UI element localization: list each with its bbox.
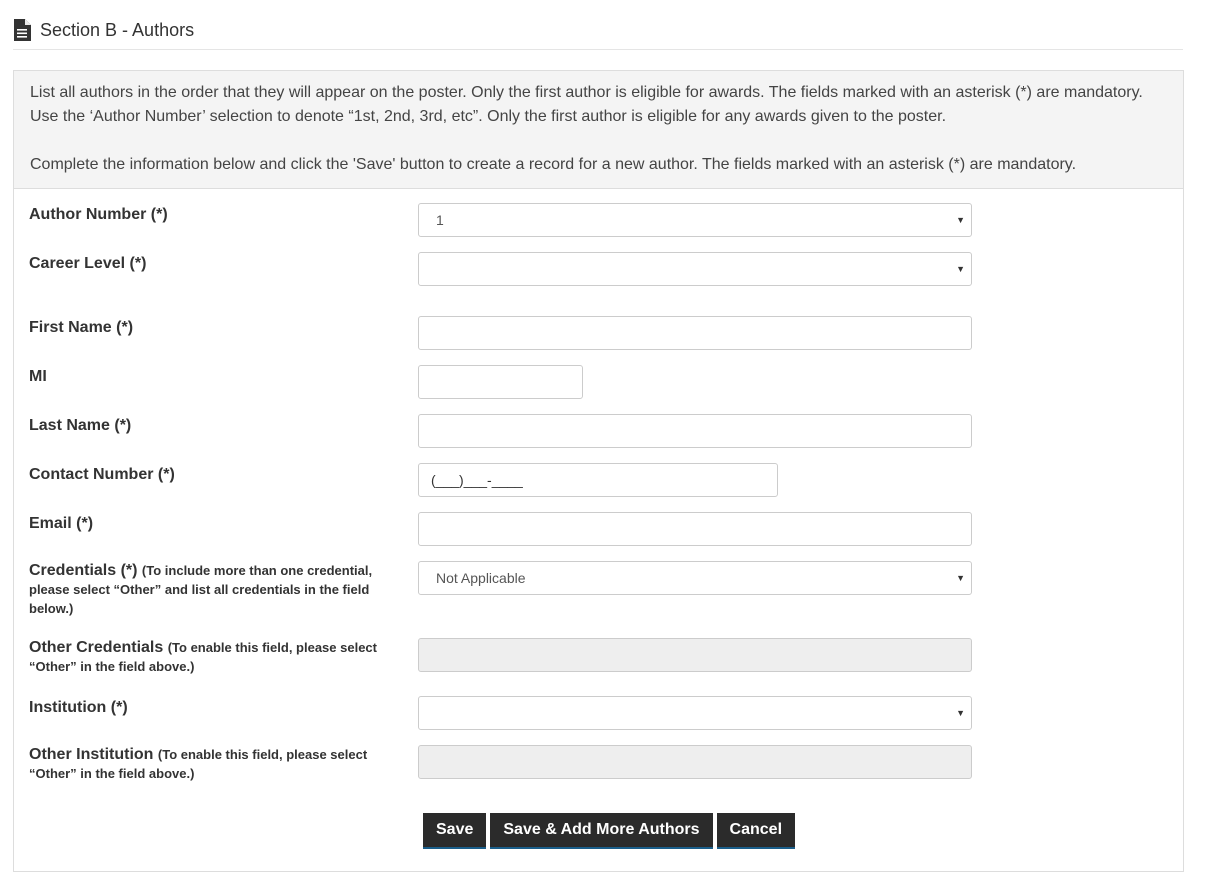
save-button[interactable]: Save <box>423 813 487 849</box>
other-institution-label: Other Institution (To enable this field,… <box>29 745 394 783</box>
chevron-down-icon: ▼ <box>956 264 965 274</box>
institution-label: Institution (*) <box>29 699 128 716</box>
career-level-label: Career Level (*) <box>29 255 147 272</box>
last-name-label: Last Name (*) <box>29 417 132 434</box>
first-name-label: First Name (*) <box>29 319 134 336</box>
credentials-label: Credentials (*) (To include more than on… <box>29 561 394 618</box>
other-institution-input <box>418 745 972 779</box>
chevron-down-icon: ▼ <box>956 215 965 225</box>
credentials-value: Not Applicable <box>436 570 526 586</box>
instructions-text-1: List all authors in the order that they … <box>30 84 1143 125</box>
institution-select[interactable]: ▼ <box>418 696 972 730</box>
other-credentials-label: Other Credentials (To enable this field,… <box>29 638 394 676</box>
mi-input[interactable] <box>418 365 583 399</box>
contact-number-label: Contact Number (*) <box>29 466 175 483</box>
section-header: Section B - Authors <box>13 18 194 42</box>
author-number-value: 1 <box>436 212 444 228</box>
contact-number-input[interactable]: (___)___-____ <box>418 463 778 497</box>
other-credentials-input <box>418 638 972 672</box>
author-number-select[interactable]: 1 ▼ <box>418 203 972 237</box>
section-title: Section B - Authors <box>40 19 195 40</box>
form-actions: Save Save & Add More Authors Cancel <box>423 813 796 849</box>
contact-number-mask: (___)___-____ <box>431 472 523 488</box>
document-icon <box>13 19 31 41</box>
credentials-select[interactable]: Not Applicable ▼ <box>418 561 972 595</box>
credentials-label-text: Credentials (*) <box>29 562 138 579</box>
first-name-input[interactable] <box>418 316 972 350</box>
author-number-label: Author Number (*) <box>29 206 168 223</box>
email-input[interactable] <box>418 512 972 546</box>
instructions-box: List all authors in the order that they … <box>14 71 1183 189</box>
other-institution-label-text: Other Institution <box>29 746 154 763</box>
instructions-text-2: Complete the information below and click… <box>30 156 1077 173</box>
save-add-more-button[interactable]: Save & Add More Authors <box>490 813 713 849</box>
cancel-button[interactable]: Cancel <box>716 813 796 849</box>
chevron-down-icon: ▼ <box>956 573 965 583</box>
other-credentials-label-text: Other Credentials <box>29 639 164 656</box>
career-level-select[interactable]: ▼ <box>418 252 972 286</box>
email-label: Email (*) <box>29 515 94 532</box>
mi-label: MI <box>29 368 47 385</box>
header-divider <box>13 49 1183 50</box>
last-name-input[interactable] <box>418 414 972 448</box>
chevron-down-icon: ▼ <box>956 708 965 718</box>
